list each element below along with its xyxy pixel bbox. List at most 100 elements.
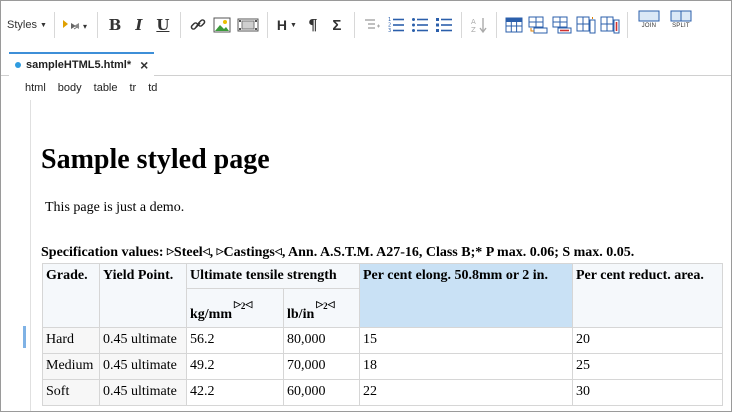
link-button[interactable] [187,14,209,36]
join-cells-icon [638,10,660,22]
cell-elong[interactable]: 22 [359,379,573,406]
header-grade[interactable]: Grade. [42,263,100,328]
header-lb[interactable]: lb/in▷2◁ [283,288,360,328]
editor-tab[interactable]: sampleHTML5.html* × [9,52,155,76]
tag-end-icon: ◁ [327,299,335,309]
close-icon[interactable]: × [140,58,148,72]
sort-az-icon: AZ [471,18,487,34]
styles-dropdown[interactable]: Styles ▼ [5,14,49,36]
specification-table[interactable]: Grade. Yield Point. Ultimate tensile str… [42,263,723,406]
insert-table-button[interactable] [503,14,525,36]
cell-kg[interactable]: 49.2 [186,353,284,380]
indented-list-icon [435,18,452,32]
special-character-button[interactable]: Σ [326,14,348,36]
split-cells-button[interactable]: SPLIT [667,10,695,40]
page-paragraph[interactable]: This page is just a demo. [45,200,184,216]
tag-start-icon: ▷ [216,246,224,256]
definition-list-button[interactable] [361,14,383,36]
insert-column-icon [576,16,596,34]
toolbar-separator [495,12,497,38]
modified-indicator-icon [15,62,21,68]
cell-yield[interactable]: 0.45 ultimate [99,379,187,406]
image-icon [213,17,231,33]
insert-column-button[interactable] [575,14,597,36]
spec-castings: Castings [223,245,275,260]
link-icon [190,19,206,30]
paragraph-button[interactable]: ¶ [302,14,324,36]
cell-elong[interactable]: 18 [359,353,573,380]
header-uts[interactable]: Ultimate tensile strength [186,263,360,289]
delete-row-button[interactable] [551,14,573,36]
tag-start-icon: ▷ [234,299,241,309]
tag-end-icon: ◁ [202,246,210,256]
spec-prefix: Specification values: [41,245,167,260]
cell-reduct[interactable]: 20 [572,327,723,354]
cell-grade[interactable]: Hard [42,327,100,354]
definition-list-icon [364,19,380,29]
header-elong-selected[interactable]: Per cent elong. 50.8mm or 2 in. [359,263,573,328]
delete-column-button[interactable] [599,14,621,36]
current-line-marker [23,326,26,348]
breadcrumb-item-html[interactable]: html [25,82,46,94]
cell-grade[interactable]: Medium [42,353,100,380]
cell-elong[interactable]: 15 [359,327,573,354]
toolbar-separator [353,12,355,38]
cell-grade[interactable]: Soft [42,379,100,406]
toolbar-separator [266,12,268,38]
toolbar-separator [179,12,181,38]
heading-dropdown[interactable]: H ▼ [274,14,300,36]
chevron-down-icon: ▼ [39,21,47,29]
toolbar-separator [626,12,628,38]
unit-kg: kg/mm▷2◁ [190,299,253,322]
cell-kg[interactable]: 56.2 [186,327,284,354]
cell-kg[interactable]: 42.2 [186,379,284,406]
header-reduct[interactable]: Per cent reduct. area. [572,263,723,328]
header-kg[interactable]: kg/mm▷2◁ [186,288,284,328]
editor-window: Styles ▼ ▾ B I U H ▼ ¶ Σ 1 2 3 A Z JOIN … [0,0,732,412]
cell-lb[interactable]: 60,000 [283,379,360,406]
toolbar-separator [96,12,98,38]
split-label: SPLIT [672,23,690,29]
table-row: Soft 0.45 ultimate 42.2 60,000 22 30 [42,379,723,406]
cell-reduct[interactable]: 25 [572,353,723,380]
join-cells-button[interactable]: JOIN [635,10,663,40]
sort-button[interactable]: AZ [468,14,490,36]
breadcrumb-item-body[interactable]: body [58,82,82,94]
tags-display-button[interactable]: ▾ [61,14,91,36]
page-title[interactable]: Sample styled page [41,144,270,176]
editor-gutter [1,100,31,411]
editor-tab-bar: sampleHTML5.html* × [1,49,731,76]
toolbar-separator [460,12,462,38]
delete-column-icon [600,16,620,34]
italic-button[interactable]: I [128,14,150,36]
tags-display-icon: ▾ [62,20,87,31]
svg-text:3: 3 [388,28,391,34]
cell-lb[interactable]: 80,000 [283,327,360,354]
breadcrumb-item-table[interactable]: table [94,82,118,94]
header-yield[interactable]: Yield Point. [99,263,187,328]
insert-media-button[interactable] [235,14,261,36]
editor-area[interactable]: Sample styled page This page is just a d… [1,100,731,411]
unordered-list-button[interactable] [409,14,431,36]
indented-list-button[interactable] [433,14,455,36]
cell-reduct[interactable]: 30 [572,379,723,406]
cell-yield[interactable]: 0.45 ultimate [99,327,187,354]
svg-text:Z: Z [471,26,476,34]
cell-lb[interactable]: 70,000 [283,353,360,380]
cell-yield[interactable]: 0.45 ultimate [99,353,187,380]
toolbar-separator [53,12,55,38]
styles-label: Styles [7,19,37,31]
insert-image-button[interactable] [211,14,233,36]
tag-end-icon: ◁ [274,246,282,256]
specification-line[interactable]: Specification values: ▷Steel◁, ▷Castings… [41,245,634,261]
film-icon [237,18,259,32]
spec-suffix: , Ann. A.S.T.M. A27-16, Class B;* P max.… [281,245,635,260]
underline-button[interactable]: U [152,14,174,36]
bold-button[interactable]: B [104,14,126,36]
tab-label: sampleHTML5.html* [26,59,132,71]
ordered-list-button[interactable]: 123 [385,14,407,36]
breadcrumb-item-td[interactable]: td [148,82,157,94]
insert-row-button[interactable] [527,14,549,36]
breadcrumb-item-tr[interactable]: tr [130,82,137,94]
spec-separator: , [209,245,217,260]
